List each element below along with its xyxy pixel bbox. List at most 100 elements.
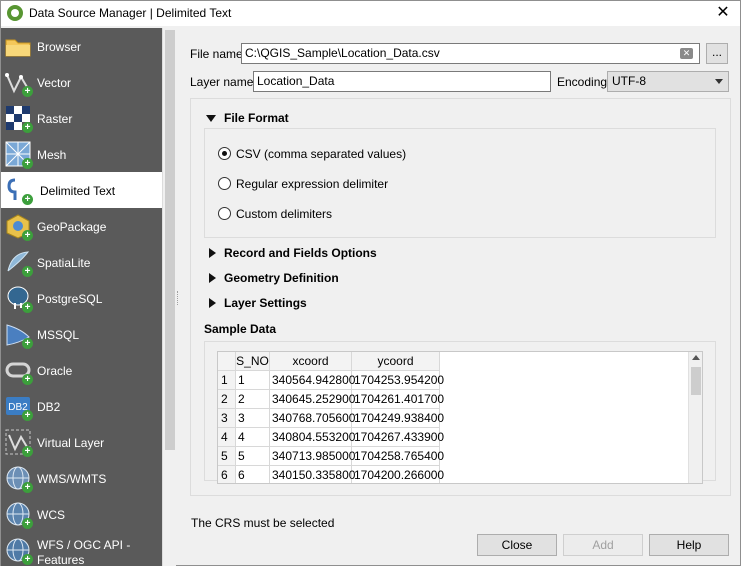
add-badge-icon: + [22, 338, 33, 349]
row-header: 4 [218, 428, 236, 447]
status-message: The CRS must be selected [191, 516, 335, 530]
browse-button[interactable]: ... [706, 43, 728, 64]
sidebar-item-mssql[interactable]: + MSSQL [1, 316, 162, 352]
delimited-text-icon: + [5, 177, 33, 205]
add-badge-icon: + [22, 158, 33, 169]
table-corner [218, 352, 236, 371]
table-scrollbar-thumb[interactable] [691, 367, 701, 395]
sidebar-item-wcs[interactable]: + WCS [1, 496, 162, 532]
table-cell: 1704267.433900 [352, 428, 444, 447]
sidebar-item-mesh[interactable]: + Mesh [1, 136, 162, 172]
add-button[interactable]: Add [563, 534, 643, 556]
file-name-value: C:\QGIS_Sample\Location_Data.csv [245, 46, 440, 60]
file-name-input[interactable]: C:\QGIS_Sample\Location_Data.csv ✕ [241, 43, 700, 64]
sidebar-item-wms-wmts[interactable]: + WMS/WMTS [1, 460, 162, 496]
column-header[interactable]: S_NO [236, 352, 270, 371]
radio-csv[interactable] [218, 147, 231, 160]
table-cell: 1704261.401700 [352, 390, 444, 409]
add-badge-icon: + [22, 374, 33, 385]
sidebar-item-raster[interactable]: + Raster [1, 100, 162, 136]
row-header: 2 [218, 390, 236, 409]
sidebar-item-virtual-layer[interactable]: + Virtual Layer [1, 424, 162, 460]
table-cell: 340713.985000 [270, 447, 355, 466]
sidebar-item-delimited-text[interactable]: + Delimited Text [1, 172, 162, 208]
db2-icon: DB2 + [5, 393, 33, 421]
sidebar-item-geopackage[interactable]: + GeoPackage [1, 208, 162, 244]
layer-name-input[interactable]: Location_Data [253, 71, 551, 92]
sidebar-item-label: Virtual Layer [37, 436, 105, 450]
window-title: Data Source Manager | Delimited Text [29, 6, 232, 20]
sidebar-item-label-line2: Features [37, 553, 85, 566]
radio-custom-label[interactable]: Custom delimiters [236, 207, 332, 221]
expand-right-icon[interactable] [209, 298, 216, 308]
clear-icon[interactable]: ✕ [680, 48, 693, 59]
sidebar-item-label: MSSQL [37, 328, 80, 342]
splitter-handle[interactable] [177, 291, 180, 305]
scroll-up-icon[interactable] [692, 355, 700, 360]
table-cell: 1704200.266000 [352, 466, 444, 483]
title-bar: Data Source Manager | Delimited Text ✕ [1, 1, 740, 26]
table-scrollbar[interactable] [688, 352, 702, 483]
layer-settings-header[interactable]: Layer Settings [224, 296, 307, 310]
add-badge-icon: + [22, 230, 33, 241]
sidebar-item-wfs-ogc-api-features[interactable]: + WFS / OGC API - Features [1, 532, 162, 566]
file-format-header[interactable]: File Format [224, 111, 289, 125]
sidebar-item-label: WMS/WMTS [37, 472, 107, 486]
row-header: 3 [218, 409, 236, 428]
geometry-definition-header[interactable]: Geometry Definition [224, 271, 339, 285]
add-badge-icon: + [22, 410, 33, 421]
virtual-layer-icon: + [5, 429, 33, 457]
radio-regex[interactable] [218, 177, 231, 190]
help-button[interactable]: Help [649, 534, 729, 556]
table-cell: 1 [236, 371, 270, 390]
encoding-select[interactable]: UTF-8 [607, 71, 729, 92]
radio-regex-label[interactable]: Regular expression delimiter [236, 177, 388, 191]
sidebar-item-postgresql[interactable]: + PostgreSQL [1, 280, 162, 316]
record-fields-options-header[interactable]: Record and Fields Options [224, 246, 377, 260]
expand-down-icon[interactable] [206, 115, 216, 122]
table-cell: 340645.252900 [270, 390, 355, 409]
sidebar-item-label: Oracle [37, 364, 73, 378]
vector-icon: + [5, 69, 33, 97]
sidebar-item-db2[interactable]: DB2 + DB2 [1, 388, 162, 424]
raster-icon: + [5, 105, 33, 133]
sidebar-item-label: Browser [37, 40, 82, 54]
provider-sidebar: Browser + Vector + Raster + Mesh + Delim… [1, 28, 176, 566]
table-cell: 340564.942800 [270, 371, 355, 390]
sidebar-item-label: Vector [37, 76, 72, 90]
radio-csv-label[interactable]: CSV (comma separated values) [236, 147, 406, 161]
column-header[interactable]: ycoord [352, 352, 440, 371]
expand-right-icon[interactable] [209, 248, 216, 258]
sidebar-scrollbar[interactable] [162, 28, 176, 566]
close-window-icon[interactable]: ✕ [712, 3, 734, 23]
close-button[interactable]: Close [477, 534, 557, 556]
table-cell: 6 [236, 466, 270, 483]
radio-custom[interactable] [218, 207, 231, 220]
sidebar-item-label: GeoPackage [37, 220, 107, 234]
table-cell: 340150.335800 [270, 466, 355, 483]
chevron-down-icon [715, 79, 723, 84]
table-cell: 2 [236, 390, 270, 409]
sidebar-item-label: WFS / OGC API - Features [37, 538, 130, 566]
sample-data-table[interactable]: S_NO xcoord ycoord 1 1 340564.942800 170… [217, 351, 703, 484]
row-header: 5 [218, 447, 236, 466]
sidebar-item-oracle[interactable]: + Oracle [1, 352, 162, 388]
sidebar-scrollbar-thumb[interactable] [165, 30, 175, 450]
sidebar-item-vector[interactable]: + Vector [1, 64, 162, 100]
expand-right-icon[interactable] [209, 273, 216, 283]
table-cell: 1704249.938400 [352, 409, 444, 428]
encoding-value: UTF-8 [612, 74, 646, 88]
geopackage-icon: + [5, 213, 33, 241]
wms-icon: + [5, 465, 33, 493]
sidebar-item-browser[interactable]: Browser [1, 28, 162, 64]
sidebar-item-label: SpatiaLite [37, 256, 91, 270]
row-header: 1 [218, 371, 236, 390]
column-header[interactable]: xcoord [270, 352, 352, 371]
mssql-icon: + [5, 321, 33, 349]
table-cell: 1704258.765400 [352, 447, 444, 466]
encoding-label: Encoding [557, 75, 608, 89]
sidebar-item-spatialite[interactable]: + SpatiaLite [1, 244, 162, 280]
add-badge-icon: + [22, 122, 33, 133]
sidebar-item-label: Mesh [37, 148, 67, 162]
sample-data-header: Sample Data [204, 322, 277, 336]
